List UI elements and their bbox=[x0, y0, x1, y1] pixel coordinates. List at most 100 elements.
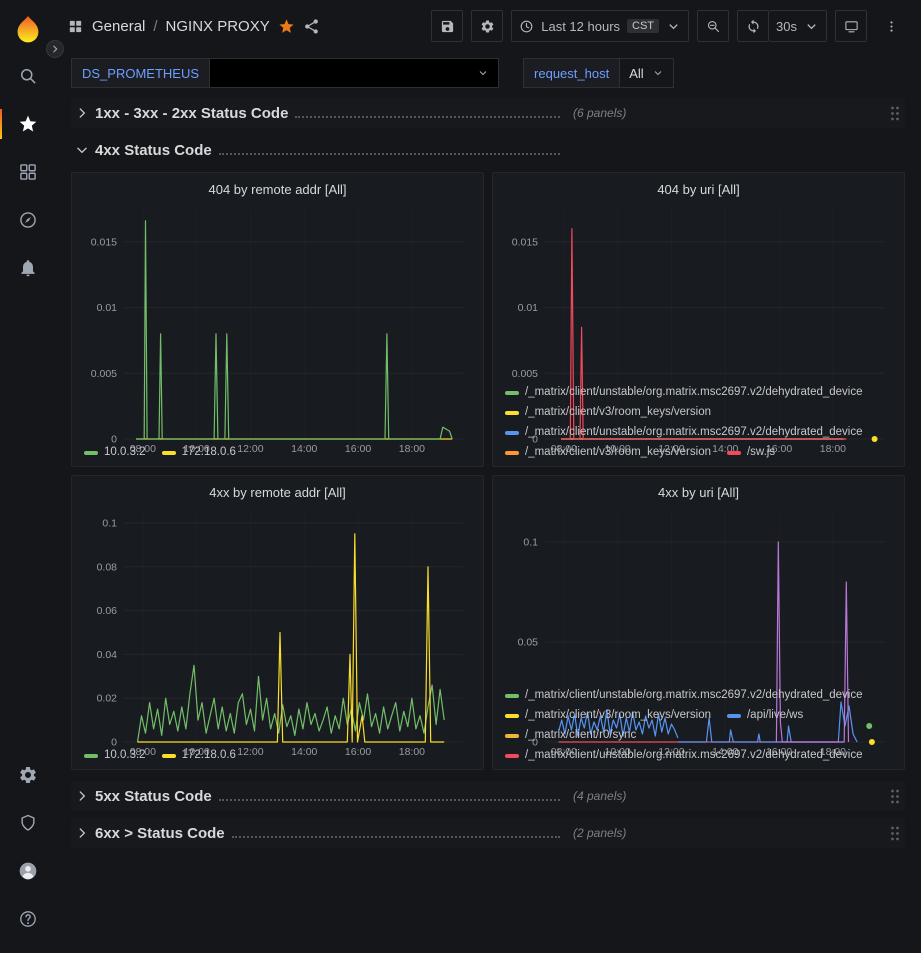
legend-label: /_matrix/client/unstable/org.matrix.msc2… bbox=[525, 688, 863, 703]
row-header-4xx[interactable]: 4xx Status Code bbox=[71, 135, 905, 165]
chevron-right-icon bbox=[75, 106, 89, 120]
time-range-picker[interactable]: Last 12 hours CST bbox=[511, 10, 689, 42]
legend-item[interactable]: /_matrix/client/v3/room_keys/version bbox=[505, 445, 711, 460]
panel-4xx-by-uri: 4xx by uri [All] 08:0010:0012:0014:0016:… bbox=[492, 475, 905, 770]
zoom-out-button[interactable] bbox=[697, 10, 729, 42]
timeseries-chart[interactable]: 08:0010:0012:0014:0016:0018:0000.0050.01… bbox=[503, 201, 894, 382]
legend-label: /_matrix/client/r0/sync bbox=[525, 728, 636, 743]
legend-item[interactable]: /_matrix/client/v3/room_keys/version bbox=[505, 405, 711, 420]
legend-item[interactable]: 172.18.0.6 bbox=[162, 748, 236, 763]
panel-title[interactable]: 4xx by uri [All] bbox=[503, 481, 894, 504]
legend-label: 10.0.3.2 bbox=[104, 445, 146, 460]
legend-color-marker bbox=[505, 391, 519, 395]
svg-text:0.015: 0.015 bbox=[512, 236, 538, 248]
alerting-bell-icon[interactable] bbox=[0, 244, 55, 292]
variable-value-dropdown[interactable] bbox=[209, 58, 499, 88]
row-header-5xx[interactable]: 5xx Status Code (4 panels) bbox=[71, 781, 905, 811]
svg-text:0.1: 0.1 bbox=[523, 537, 538, 549]
legend-item[interactable]: /sw.js bbox=[727, 445, 775, 460]
legend-color-marker bbox=[84, 451, 98, 455]
breadcrumb-section[interactable]: General bbox=[92, 18, 145, 35]
legend-color-marker bbox=[505, 714, 519, 718]
top-navbar: General / NGINX PROXY bbox=[55, 0, 921, 52]
legend-label: /_matrix/client/v3/room_keys/version bbox=[525, 708, 711, 723]
legend-item[interactable]: /_matrix/client/unstable/org.matrix.msc2… bbox=[505, 748, 863, 763]
explore-compass-icon[interactable] bbox=[0, 196, 55, 244]
search-icon[interactable] bbox=[0, 52, 55, 100]
legend-item[interactable]: 10.0.3.2 bbox=[84, 445, 146, 460]
sidebar bbox=[0, 0, 55, 953]
legend-color-marker bbox=[84, 754, 98, 758]
chevron-down-icon bbox=[477, 67, 489, 79]
refresh-interval-select[interactable]: 30s bbox=[769, 10, 827, 42]
panel-title[interactable]: 404 by uri [All] bbox=[503, 178, 894, 201]
panel-title[interactable]: 404 by remote addr [All] bbox=[82, 178, 473, 201]
chevron-down-icon bbox=[75, 143, 89, 157]
variable-request-host: request_host All bbox=[523, 58, 674, 88]
legend-item[interactable]: 10.0.3.2 bbox=[84, 748, 146, 763]
panel-404-by-uri: 404 by uri [All] 08:0010:0012:0014:0016:… bbox=[492, 172, 905, 467]
share-icon[interactable] bbox=[303, 18, 320, 35]
dashboard-body: 1xx - 3xx - 2xx Status Code (6 panels) 4… bbox=[55, 96, 921, 953]
legend-item[interactable]: /_matrix/client/r0/sync bbox=[505, 728, 636, 743]
admin-shield-icon[interactable] bbox=[0, 799, 55, 847]
legend-item[interactable]: 172.18.0.6 bbox=[162, 445, 236, 460]
legend-color-marker bbox=[505, 694, 519, 698]
timeseries-chart[interactable]: 08:0010:0012:0014:0016:0018:0000.0050.01… bbox=[82, 201, 473, 442]
variable-label[interactable]: DS_PROMETHEUS bbox=[71, 58, 209, 88]
panel-count: (2 panels) bbox=[573, 826, 626, 840]
save-dashboard-button[interactable] bbox=[431, 10, 463, 42]
dotted-leader bbox=[219, 790, 560, 801]
refresh-button-group: 30s bbox=[737, 10, 827, 42]
variable-value-dropdown[interactable]: All bbox=[619, 58, 673, 88]
panel-title[interactable]: 4xx by remote addr [All] bbox=[82, 481, 473, 504]
sidebar-expand-button[interactable] bbox=[46, 40, 64, 58]
server-admin-gear-icon[interactable] bbox=[0, 751, 55, 799]
dashboard-settings-button[interactable] bbox=[471, 10, 503, 42]
svg-text:0.08: 0.08 bbox=[97, 561, 118, 573]
timeseries-chart[interactable]: 08:0010:0012:0014:0016:0018:0000.050.1 bbox=[503, 504, 894, 685]
variable-ds-prometheus: DS_PROMETHEUS bbox=[71, 58, 499, 88]
timeseries-chart[interactable]: 08:0010:0012:0014:0016:0018:0000.020.040… bbox=[82, 504, 473, 745]
row-title: 1xx - 3xx - 2xx Status Code bbox=[95, 105, 288, 122]
panel-legend: /_matrix/client/unstable/org.matrix.msc2… bbox=[503, 685, 894, 763]
row-drag-handle-icon[interactable] bbox=[889, 788, 901, 805]
help-icon[interactable] bbox=[0, 895, 55, 943]
panel-legend: 10.0.3.2 172.18.0.6 bbox=[82, 442, 473, 460]
legend-item[interactable]: /api/live/ws bbox=[727, 708, 803, 723]
legend-item[interactable]: /_matrix/client/unstable/org.matrix.msc2… bbox=[505, 688, 863, 703]
dashboards-icon[interactable] bbox=[0, 148, 55, 196]
row-title: 6xx > Status Code bbox=[95, 825, 225, 842]
row-drag-handle-icon[interactable] bbox=[889, 825, 901, 842]
legend-item[interactable]: /_matrix/client/v3/room_keys/version bbox=[505, 708, 711, 723]
panel-4xx-by-remote-addr: 4xx by remote addr [All] 08:0010:0012:00… bbox=[71, 475, 484, 770]
user-avatar[interactable] bbox=[0, 847, 55, 895]
legend-color-marker bbox=[162, 754, 176, 758]
starred-dashboards-icon[interactable] bbox=[0, 100, 55, 148]
sidebar-bottom-group bbox=[0, 751, 55, 943]
dotted-leader bbox=[219, 144, 560, 155]
legend-color-marker bbox=[505, 734, 519, 738]
legend-item[interactable]: /_matrix/client/unstable/org.matrix.msc2… bbox=[505, 385, 863, 400]
row-header-6xx[interactable]: 6xx > Status Code (2 panels) bbox=[71, 818, 905, 848]
svg-text:0.005: 0.005 bbox=[91, 368, 117, 380]
refresh-button[interactable] bbox=[737, 10, 769, 42]
apps-grid-icon[interactable] bbox=[67, 18, 84, 35]
legend-item[interactable]: /_matrix/client/unstable/org.matrix.msc2… bbox=[505, 425, 863, 440]
dashboard-title[interactable]: NGINX PROXY bbox=[166, 18, 270, 35]
main-area: General / NGINX PROXY bbox=[55, 0, 921, 953]
panel-legend: 10.0.3.2 172.18.0.6 bbox=[82, 745, 473, 763]
legend-color-marker bbox=[505, 411, 519, 415]
row-title: 5xx Status Code bbox=[95, 788, 212, 805]
legend-color-marker bbox=[727, 451, 741, 455]
row-drag-handle-icon[interactable] bbox=[889, 105, 901, 122]
svg-text:0.02: 0.02 bbox=[97, 693, 118, 705]
variable-label[interactable]: request_host bbox=[523, 58, 619, 88]
favorite-star-icon[interactable] bbox=[278, 18, 295, 35]
row-header-1xx-3xx-2xx[interactable]: 1xx - 3xx - 2xx Status Code (6 panels) bbox=[71, 98, 905, 128]
dotted-leader bbox=[232, 827, 560, 838]
legend-label: 172.18.0.6 bbox=[182, 445, 236, 460]
kebab-menu-icon[interactable] bbox=[875, 10, 907, 42]
refresh-interval-value: 30s bbox=[776, 19, 797, 34]
tv-mode-button[interactable] bbox=[835, 10, 867, 42]
